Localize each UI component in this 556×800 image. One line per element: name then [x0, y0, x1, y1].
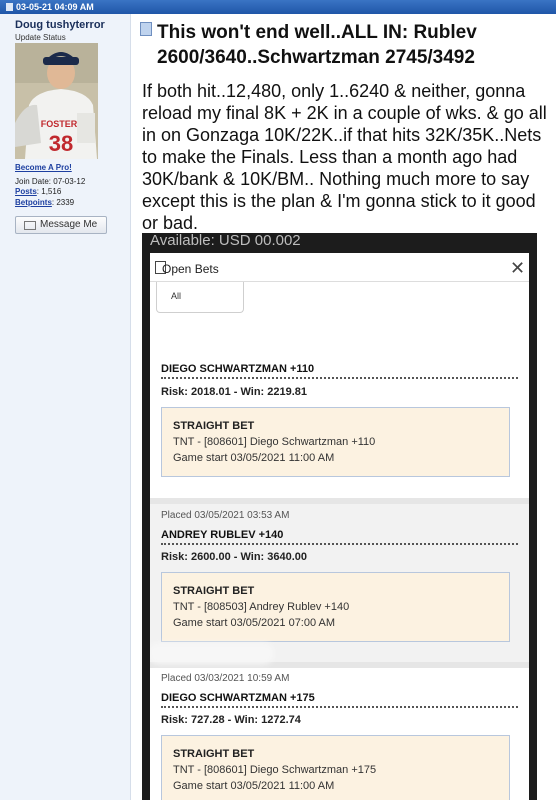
bet-risk-win: Risk: 727.28 - Win: 1272.74	[161, 714, 301, 726]
bet-type: STRAIGHT BET	[173, 585, 255, 597]
post-datetime: 03-05-21 04:09 AM	[16, 2, 94, 12]
post-header-bar: 03-05-21 04:09 AM	[0, 0, 556, 14]
bet-slip-screenshot: Available: USD 00.002 Open Bets ✕ All DI…	[142, 233, 537, 800]
bet-placed-date: Placed 03/03/2021 10:59 AM	[161, 673, 290, 684]
bet-detail: TNT - [808601] Diego Schwartzman +175	[173, 764, 377, 776]
bet-detail-card: STRAIGHT BET TNT - [808503] Andrey Ruble…	[161, 572, 510, 642]
message-me-label: Message Me	[40, 219, 98, 230]
posts-count: : 1,516	[36, 187, 62, 196]
join-date: Join Date: 07-03-12	[15, 177, 86, 186]
bets-list[interactable]: All DIEGO SCHWARTZMAN +110 Risk: 2018.01…	[150, 282, 529, 800]
bet-risk-win: Risk: 2018.01 - Win: 2219.81	[161, 386, 308, 398]
bet-item: Placed 03/05/2021 03:53 AM ANDREY RUBLEV…	[150, 504, 529, 662]
bet-selection: DIEGO SCHWARTZMAN +110	[161, 363, 315, 375]
dotted-divider	[161, 377, 518, 379]
jersey-number-text: 38	[49, 131, 73, 156]
bet-detail: TNT - [808503] Andrey Rublev +140	[173, 601, 350, 613]
betpoints-count: : 2339	[51, 198, 75, 207]
bet-selection: ANDREY RUBLEV +140	[161, 529, 284, 541]
available-balance: Available: USD 00.002	[150, 233, 301, 249]
bet-game-start: Game start 03/05/2021 11:00 AM	[173, 780, 335, 792]
bet-item: Placed 03/03/2021 10:59 AM DIEGO SCHWART…	[150, 668, 529, 800]
become-pro-link[interactable]: Become A Pro!	[15, 163, 72, 172]
user-status[interactable]: Update Status	[15, 33, 66, 42]
bet-detail-card: STRAIGHT BET TNT - [808601] Diego Schwar…	[161, 407, 510, 477]
open-bets-title: Open Bets	[162, 262, 219, 276]
user-sidebar: Doug tushyterror Update Status FOSTER 38…	[0, 14, 131, 800]
dotted-divider	[161, 543, 518, 545]
avatar-photo: FOSTER 38	[15, 43, 98, 159]
message-me-button[interactable]: Message Me	[15, 216, 107, 234]
post-icon	[6, 3, 13, 11]
posts-link[interactable]: Posts	[15, 187, 37, 196]
dotted-divider	[161, 706, 518, 708]
posts-stat: Posts: 1,516	[15, 187, 61, 196]
bet-selection: DIEGO SCHWARTZMAN +175	[161, 692, 315, 704]
bet-game-start: Game start 03/05/2021 07:00 AM	[173, 617, 336, 629]
betpoints-stat: Betpoints: 2339	[15, 198, 74, 207]
bet-detail-card: STRAIGHT BET TNT - [808601] Diego Schwar…	[161, 735, 510, 800]
bet-type: STRAIGHT BET	[173, 420, 255, 432]
username-link[interactable]: Doug tushyterror	[15, 19, 105, 31]
redacted-text	[152, 647, 270, 660]
post-body: If both hit..12,480, only 1..6240 & neit…	[142, 81, 547, 233]
jersey-name-text: FOSTER	[41, 119, 78, 129]
bet-game-start: Game start 03/05/2021 11:00 AM	[173, 452, 335, 464]
bet-type: STRAIGHT BET	[173, 748, 255, 760]
bet-item: All DIEGO SCHWARTZMAN +110 Risk: 2018.01…	[150, 282, 529, 498]
bet-risk-win: Risk: 2600.00 - Win: 3640.00	[161, 551, 308, 563]
post-title: This won't end well..ALL IN: Rublev 2600…	[157, 22, 477, 68]
filter-value: All	[171, 291, 182, 301]
open-bets-panel: Open Bets ✕ All DIEGO SCHWARTZMAN +110 R…	[150, 253, 529, 800]
filter-select[interactable]: All	[156, 282, 244, 313]
betpoints-link[interactable]: Betpoints	[15, 198, 52, 207]
close-icon[interactable]: ✕	[510, 259, 525, 277]
bet-placed-date: Placed 03/05/2021 03:53 AM	[161, 510, 290, 521]
envelope-icon	[24, 221, 36, 230]
avatar[interactable]: FOSTER 38	[15, 43, 98, 159]
bet-detail: TNT - [808601] Diego Schwartzman +110	[173, 436, 376, 448]
post-title-icon	[140, 22, 152, 36]
